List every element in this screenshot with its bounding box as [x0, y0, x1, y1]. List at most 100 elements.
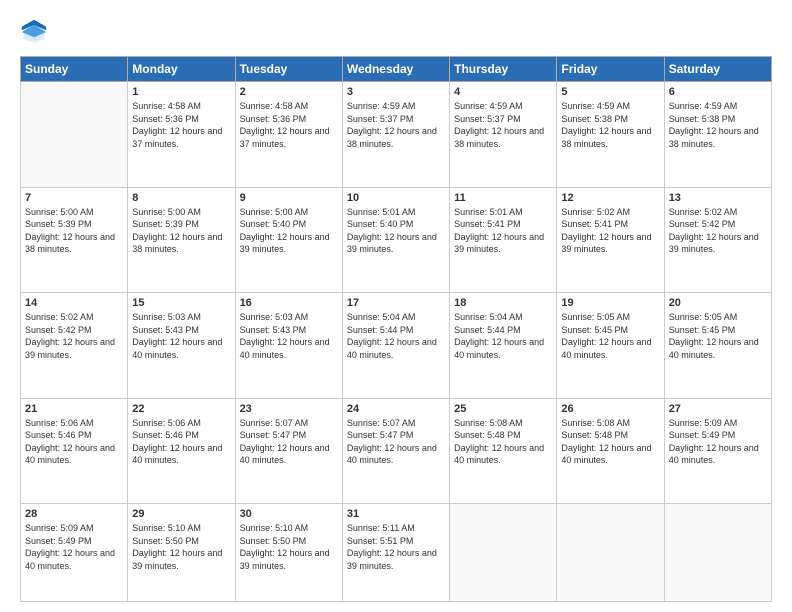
day-info: Sunrise: 4:58 AMSunset: 5:36 PMDaylight:…: [240, 100, 338, 150]
week-row-1: 1 Sunrise: 4:58 AMSunset: 5:36 PMDaylight…: [21, 82, 772, 188]
day-number: 29: [132, 508, 230, 520]
day-number: 18: [454, 297, 552, 309]
day-number: 10: [347, 192, 445, 204]
day-number: 1: [132, 86, 230, 98]
col-header-tuesday: Tuesday: [235, 57, 342, 82]
calendar-cell: [664, 504, 771, 602]
day-info: Sunrise: 5:06 AMSunset: 5:46 PMDaylight:…: [25, 417, 123, 467]
calendar-cell: 30 Sunrise: 5:10 AMSunset: 5:50 PMDayligh…: [235, 504, 342, 602]
calendar-cell: 6 Sunrise: 4:59 AMSunset: 5:38 PMDaylight…: [664, 82, 771, 188]
calendar-cell: 17 Sunrise: 5:04 AMSunset: 5:44 PMDayligh…: [342, 293, 449, 399]
calendar-cell: [450, 504, 557, 602]
day-number: 9: [240, 192, 338, 204]
calendar-cell: 2 Sunrise: 4:58 AMSunset: 5:36 PMDaylight…: [235, 82, 342, 188]
col-header-sunday: Sunday: [21, 57, 128, 82]
day-info: Sunrise: 5:02 AMSunset: 5:41 PMDaylight:…: [561, 206, 659, 256]
col-header-friday: Friday: [557, 57, 664, 82]
calendar-cell: 15 Sunrise: 5:03 AMSunset: 5:43 PMDayligh…: [128, 293, 235, 399]
days-header-row: SundayMondayTuesdayWednesdayThursdayFrid…: [21, 57, 772, 82]
day-number: 16: [240, 297, 338, 309]
day-number: 17: [347, 297, 445, 309]
calendar-cell: 25 Sunrise: 5:08 AMSunset: 5:48 PMDayligh…: [450, 398, 557, 504]
day-info: Sunrise: 5:00 AMSunset: 5:39 PMDaylight:…: [25, 206, 123, 256]
logo-icon: [20, 18, 48, 46]
day-info: Sunrise: 5:04 AMSunset: 5:44 PMDaylight:…: [454, 311, 552, 361]
day-number: 19: [561, 297, 659, 309]
day-number: 13: [669, 192, 767, 204]
day-number: 23: [240, 403, 338, 415]
day-info: Sunrise: 4:59 AMSunset: 5:37 PMDaylight:…: [454, 100, 552, 150]
col-header-monday: Monday: [128, 57, 235, 82]
calendar-cell: 16 Sunrise: 5:03 AMSunset: 5:43 PMDayligh…: [235, 293, 342, 399]
day-info: Sunrise: 5:10 AMSunset: 5:50 PMDaylight:…: [240, 522, 338, 572]
day-info: Sunrise: 5:03 AMSunset: 5:43 PMDaylight:…: [240, 311, 338, 361]
calendar-table: SundayMondayTuesdayWednesdayThursdayFrid…: [20, 56, 772, 602]
week-row-4: 21 Sunrise: 5:06 AMSunset: 5:46 PMDayligh…: [21, 398, 772, 504]
day-info: Sunrise: 5:05 AMSunset: 5:45 PMDaylight:…: [561, 311, 659, 361]
day-info: Sunrise: 5:02 AMSunset: 5:42 PMDaylight:…: [669, 206, 767, 256]
day-info: Sunrise: 5:00 AMSunset: 5:39 PMDaylight:…: [132, 206, 230, 256]
day-info: Sunrise: 5:10 AMSunset: 5:50 PMDaylight:…: [132, 522, 230, 572]
calendar-cell: 11 Sunrise: 5:01 AMSunset: 5:41 PMDayligh…: [450, 187, 557, 293]
day-info: Sunrise: 5:05 AMSunset: 5:45 PMDaylight:…: [669, 311, 767, 361]
calendar-cell: 23 Sunrise: 5:07 AMSunset: 5:47 PMDayligh…: [235, 398, 342, 504]
day-number: 24: [347, 403, 445, 415]
day-info: Sunrise: 5:04 AMSunset: 5:44 PMDaylight:…: [347, 311, 445, 361]
day-number: 2: [240, 86, 338, 98]
calendar-cell: [557, 504, 664, 602]
day-info: Sunrise: 5:08 AMSunset: 5:48 PMDaylight:…: [454, 417, 552, 467]
day-number: 22: [132, 403, 230, 415]
day-info: Sunrise: 5:07 AMSunset: 5:47 PMDaylight:…: [240, 417, 338, 467]
day-number: 28: [25, 508, 123, 520]
col-header-thursday: Thursday: [450, 57, 557, 82]
calendar-cell: 12 Sunrise: 5:02 AMSunset: 5:41 PMDayligh…: [557, 187, 664, 293]
day-number: 12: [561, 192, 659, 204]
calendar-cell: 14Sunrise: 5:02 AMSunset: 5:42 PMDayligh…: [21, 293, 128, 399]
calendar-cell: 7 Sunrise: 5:00 AMSunset: 5:39 PMDaylight…: [21, 187, 128, 293]
day-info: Sunrise: 5:01 AMSunset: 5:41 PMDaylight:…: [454, 206, 552, 256]
calendar-cell: 24 Sunrise: 5:07 AMSunset: 5:47 PMDayligh…: [342, 398, 449, 504]
day-info: Sunrise: 4:59 AMSunset: 5:38 PMDaylight:…: [561, 100, 659, 150]
day-number: 5: [561, 86, 659, 98]
day-info: Sunrise: 5:07 AMSunset: 5:47 PMDaylight:…: [347, 417, 445, 467]
day-info: Sunrise: 5:02 AMSunset: 5:42 PMDaylight:…: [25, 311, 123, 361]
calendar-cell: 9 Sunrise: 5:00 AMSunset: 5:40 PMDaylight…: [235, 187, 342, 293]
day-number: 15: [132, 297, 230, 309]
day-number: 25: [454, 403, 552, 415]
header: [20, 18, 772, 46]
calendar-cell: 28 Sunrise: 5:09 AMSunset: 5:49 PMDayligh…: [21, 504, 128, 602]
calendar-cell: 20Sunrise: 5:05 AMSunset: 5:45 PMDayligh…: [664, 293, 771, 399]
day-number: 30: [240, 508, 338, 520]
calendar-cell: 5 Sunrise: 4:59 AMSunset: 5:38 PMDaylight…: [557, 82, 664, 188]
logo: [20, 18, 52, 46]
page: SundayMondayTuesdayWednesdayThursdayFrid…: [0, 0, 792, 612]
calendar-cell: 19 Sunrise: 5:05 AMSunset: 5:45 PMDayligh…: [557, 293, 664, 399]
calendar-cell: [21, 82, 128, 188]
day-info: Sunrise: 5:08 AMSunset: 5:48 PMDaylight:…: [561, 417, 659, 467]
day-info: Sunrise: 5:00 AMSunset: 5:40 PMDaylight:…: [240, 206, 338, 256]
day-number: 6: [669, 86, 767, 98]
col-header-saturday: Saturday: [664, 57, 771, 82]
day-number: 7: [25, 192, 123, 204]
day-number: 26: [561, 403, 659, 415]
calendar-cell: 27Sunrise: 5:09 AMSunset: 5:49 PMDayligh…: [664, 398, 771, 504]
day-number: 4: [454, 86, 552, 98]
day-info: Sunrise: 4:58 AMSunset: 5:36 PMDaylight:…: [132, 100, 230, 150]
calendar-cell: 8Sunrise: 5:00 AMSunset: 5:39 PMDaylight…: [128, 187, 235, 293]
calendar-cell: 26 Sunrise: 5:08 AMSunset: 5:48 PMDayligh…: [557, 398, 664, 504]
calendar-cell: 1 Sunrise: 4:58 AMSunset: 5:36 PMDaylight…: [128, 82, 235, 188]
day-number: 21: [25, 403, 123, 415]
calendar-cell: 18 Sunrise: 5:04 AMSunset: 5:44 PMDayligh…: [450, 293, 557, 399]
day-info: Sunrise: 4:59 AMSunset: 5:37 PMDaylight:…: [347, 100, 445, 150]
day-info: Sunrise: 5:09 AMSunset: 5:49 PMDaylight:…: [669, 417, 767, 467]
week-row-3: 14Sunrise: 5:02 AMSunset: 5:42 PMDayligh…: [21, 293, 772, 399]
calendar-cell: 31Sunrise: 5:11 AMSunset: 5:51 PMDayligh…: [342, 504, 449, 602]
day-info: Sunrise: 5:09 AMSunset: 5:49 PMDaylight:…: [25, 522, 123, 572]
calendar-cell: 3 Sunrise: 4:59 AMSunset: 5:37 PMDaylight…: [342, 82, 449, 188]
day-number: 3: [347, 86, 445, 98]
calendar-cell: 22Sunrise: 5:06 AMSunset: 5:46 PMDayligh…: [128, 398, 235, 504]
day-info: Sunrise: 4:59 AMSunset: 5:38 PMDaylight:…: [669, 100, 767, 150]
day-number: 11: [454, 192, 552, 204]
calendar-cell: 29 Sunrise: 5:10 AMSunset: 5:50 PMDayligh…: [128, 504, 235, 602]
day-info: Sunrise: 5:03 AMSunset: 5:43 PMDaylight:…: [132, 311, 230, 361]
